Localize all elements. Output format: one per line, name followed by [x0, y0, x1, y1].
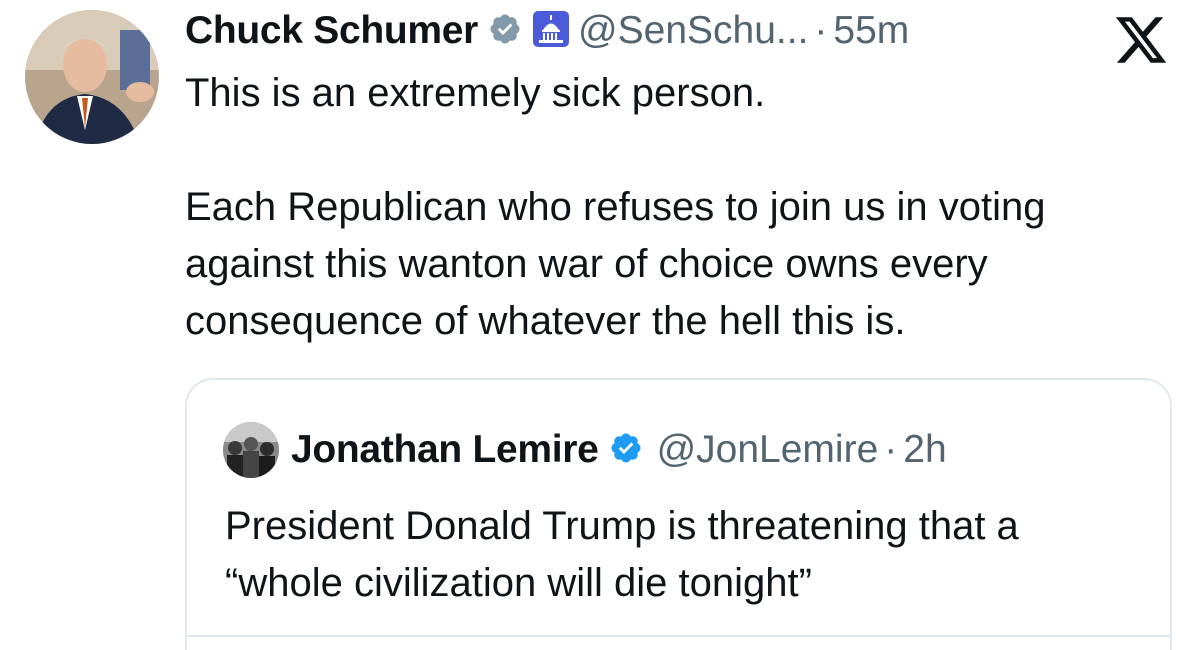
tweet-line-2: Each Republican who refuses to join us i… [185, 185, 1046, 343]
author-avatar[interactable] [25, 10, 159, 144]
tweet-line-1: This is an extremely sick person. [185, 71, 766, 115]
x-logo-icon [1113, 12, 1169, 68]
quoted-author-handle[interactable]: @JonLemire [657, 428, 879, 472]
verified-badge-icon [488, 12, 522, 51]
tweet-text: This is an extremely sick person. Each R… [185, 65, 1185, 350]
separator-dot: · [814, 9, 828, 52]
quoted-tweet-header: Jonathan Lemire @JonLemire · 2h [223, 422, 947, 478]
author-name[interactable]: Chuck Schumer [185, 9, 478, 53]
separator-dot: · [884, 428, 898, 471]
capitol-dome-icon [532, 10, 570, 53]
tweet-card[interactable]: Chuck Schumer @SenSchu... · 55m This is … [0, 0, 1199, 650]
tweet-header: Chuck Schumer @SenSchu... · 55m [185, 6, 909, 56]
quoted-author-name[interactable]: Jonathan Lemire [291, 428, 599, 472]
author-handle[interactable]: @SenSchu... [578, 9, 808, 53]
quoted-tweet-timestamp[interactable]: 2h [903, 428, 946, 472]
quoted-avatar-photo [223, 422, 279, 478]
verified-badge-icon [609, 431, 643, 470]
quoted-tweet-text: President Donald Trump is threatening th… [225, 504, 1019, 605]
quoted-tweet[interactable]: Jonathan Lemire @JonLemire · 2h Presiden… [185, 378, 1172, 650]
quoted-author-avatar[interactable] [223, 422, 279, 478]
avatar-photo [25, 10, 159, 144]
quoted-tweet-divider [187, 635, 1170, 637]
tweet-timestamp[interactable]: 55m [833, 9, 909, 53]
